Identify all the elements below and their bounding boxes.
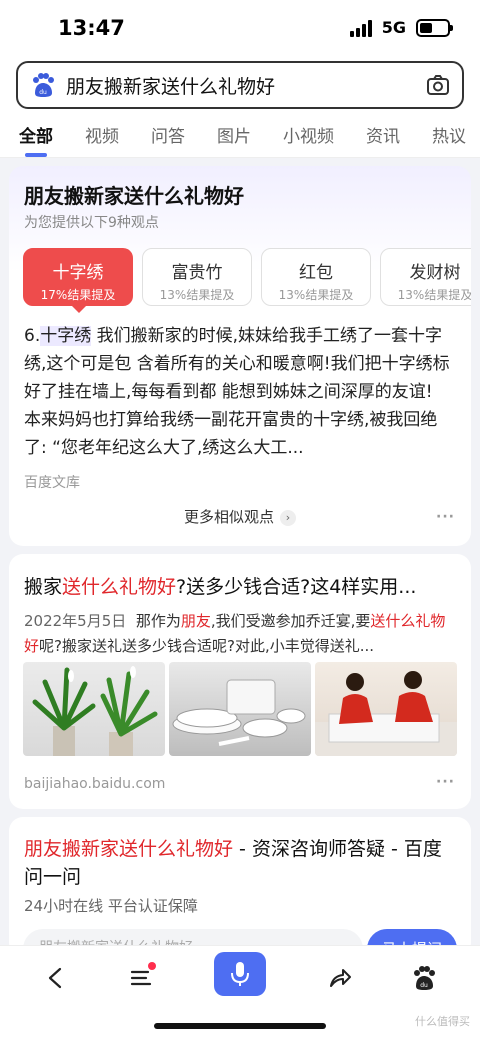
chip-percent: 13%结果提及 <box>397 288 471 302</box>
opinion-keyword: 十字绣 <box>40 326 92 346</box>
share-icon <box>330 969 351 987</box>
more-options-icon[interactable]: ··· <box>436 774 455 790</box>
tab-all[interactable]: 全部 <box>19 122 53 157</box>
chip-name: 红包 <box>299 263 333 283</box>
tab-news[interactable]: 资讯 <box>366 122 400 157</box>
plant-image[interactable] <box>23 662 165 756</box>
network-label: 5G <box>381 18 406 37</box>
svg-text:du: du <box>420 982 428 989</box>
baidu-paw-icon: du <box>33 73 54 97</box>
article-images <box>23 662 457 756</box>
menu-button[interactable] <box>119 956 163 1000</box>
back-icon <box>48 967 62 989</box>
share-button[interactable] <box>318 956 362 1000</box>
opinion-text[interactable]: 6.十字绣 我们搬新家的时候,妹妹给我手工绣了一套十字绣,这个可是包 含着所有的… <box>24 322 455 462</box>
ask-title[interactable]: 朋友搬新家送什么礼物好 - 资深咨询师答疑 - 百度问一问 <box>24 835 456 891</box>
opinion-source: 百度文库 <box>24 475 80 491</box>
article-snippet: 2022年5月5日 那作为朋友,我们受邀参加乔迁宴,要送什么礼物好呢?搬家送礼送… <box>24 609 456 659</box>
status-bar: 13:47 5G <box>0 0 480 56</box>
ask-card[interactable]: 朋友搬新家送什么礼物好 - 资深咨询师答疑 - 百度问一问 24小时在线 平台认… <box>9 817 471 957</box>
back-button[interactable] <box>34 956 78 1000</box>
battery-icon <box>416 18 453 37</box>
baidu-home-button[interactable]: du <box>402 956 446 1000</box>
opinions-subtitle: 为您提供以下9种观点 <box>24 215 159 231</box>
search-box[interactable]: du 朋友搬新家送什么礼物好 <box>16 61 464 109</box>
notification-dot <box>148 962 156 970</box>
snippet-part: 那作为 <box>135 612 181 630</box>
movers-image[interactable] <box>315 662 457 756</box>
signal-icon <box>349 19 372 37</box>
article-source: baijiahao.baidu.com <box>24 776 166 792</box>
title-highlight: 送什么礼物好 <box>62 576 177 598</box>
chip-lucky-bamboo[interactable]: 富贵竹 13%结果提及 <box>142 248 252 306</box>
chip-percent: 13%结果提及 <box>159 288 235 302</box>
chip-money-tree[interactable]: 发财树 13%结果提及 <box>380 248 471 306</box>
title-part: 搬家 <box>24 576 63 598</box>
tab-short-video[interactable]: 小视频 <box>283 122 334 157</box>
tab-hot[interactable]: 热议 <box>432 122 466 157</box>
chip-name: 十字绣 <box>52 263 104 283</box>
snippet-part: ,我们受邀参加乔迁宴,要 <box>210 612 371 630</box>
results: 朋友搬新家送什么礼物好 为您提供以下9种观点 十字绣 17%结果提及 富贵竹 1… <box>0 166 480 957</box>
category-tabs: 全部 视频 问答 图片 小视频 资讯 热议 <box>0 112 480 158</box>
ask-subtitle: 24小时在线 平台认证保障 <box>24 897 198 915</box>
tableware-image[interactable] <box>169 662 311 756</box>
bottom-toolbar: du 什么值得买 <box>0 945 480 1039</box>
opinions-card: 朋友搬新家送什么礼物好 为您提供以下9种观点 十字绣 17%结果提及 富贵竹 1… <box>9 166 471 546</box>
opinions-title: 朋友搬新家送什么礼物好 <box>24 184 244 208</box>
search-input[interactable]: 朋友搬新家送什么礼物好 <box>66 72 426 99</box>
snippet-highlight: 朋友 <box>180 612 211 630</box>
search-bar: du 朋友搬新家送什么礼物好 <box>0 56 480 112</box>
chip-red-envelope[interactable]: 红包 13%结果提及 <box>261 248 371 306</box>
opinion-chips: 十字绣 17%结果提及 富贵竹 13%结果提及 红包 13%结果提及 发财树 1… <box>23 248 471 313</box>
chip-name: 富贵竹 <box>171 263 223 283</box>
status-time: 13:47 <box>58 16 125 40</box>
title-part: ?送多少钱合适?这4样实用... <box>176 576 417 598</box>
more-views-label: 更多相似观点 <box>183 508 274 526</box>
more-options-icon[interactable]: ··· <box>436 509 455 525</box>
status-indicators: 5G <box>349 18 453 37</box>
opinion-number: 6. <box>24 326 41 346</box>
chip-percent: 13%结果提及 <box>278 288 354 302</box>
chip-cross-stitch[interactable]: 十字绣 17%结果提及 <box>23 248 133 313</box>
more-views-button[interactable]: 更多相似观点 › <box>9 506 471 527</box>
chip-name: 发财树 <box>409 263 461 283</box>
camera-icon[interactable] <box>426 73 450 97</box>
microphone-icon <box>231 962 249 986</box>
tab-qa[interactable]: 问答 <box>151 122 185 157</box>
tab-video[interactable]: 视频 <box>85 122 119 157</box>
chip-percent: 17%结果提及 <box>40 288 116 302</box>
snippet-part: 呢?搬家送礼送多少钱合适呢?对此,小丰觉得送礼... <box>39 637 375 655</box>
svg-text:du: du <box>39 89 47 96</box>
article-title[interactable]: 搬家送什么礼物好?送多少钱合适?这4样实用... <box>24 572 456 599</box>
chevron-right-icon: › <box>280 509 296 526</box>
ask-title-highlight: 朋友搬新家送什么礼物好 <box>24 838 234 860</box>
home-indicator <box>154 1023 326 1029</box>
voice-search-button[interactable] <box>214 952 266 996</box>
article-card[interactable]: 搬家送什么礼物好?送多少钱合适?这4样实用... 2022年5月5日 那作为朋友… <box>9 554 471 809</box>
baidu-paw-icon: du <box>414 966 435 990</box>
article-date: 2022年5月5日 <box>24 612 127 630</box>
tab-images[interactable]: 图片 <box>217 122 251 157</box>
watermark: 什么值得买 <box>415 1015 470 1028</box>
